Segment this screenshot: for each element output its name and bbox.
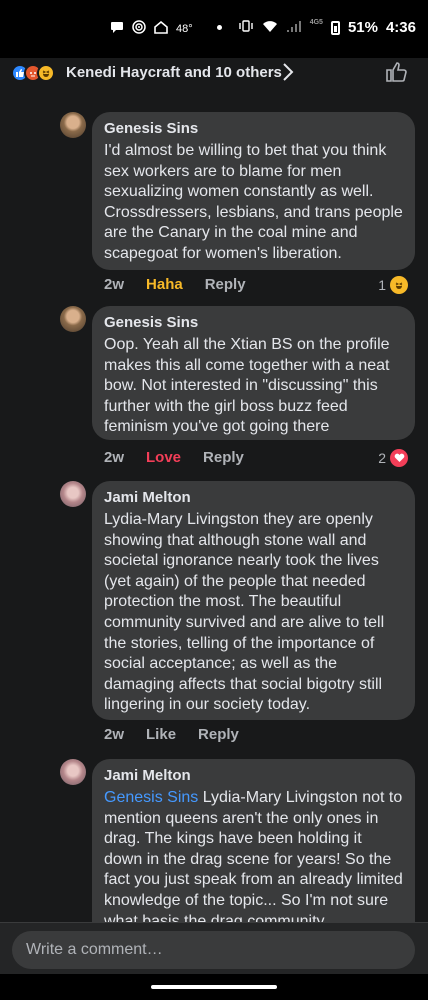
avatar[interactable] xyxy=(60,306,86,332)
reaction-count-value: 2 xyxy=(378,450,386,466)
reaction-names[interactable]: Kenedi Haycraft and 10 others xyxy=(66,64,282,81)
chevron-right-icon[interactable] xyxy=(282,62,294,88)
home-gesture-bar[interactable] xyxy=(151,985,277,989)
status-bar: 48° 4G5 51% 4:36 xyxy=(0,0,428,58)
comment-text-body: Lydia-Mary Livingston not to mention que… xyxy=(104,789,403,922)
vibrate-icon xyxy=(238,20,254,35)
network-label: 4G5 xyxy=(309,19,323,26)
comment-feed[interactable]: Genesis Sins I'd almost be willing to be… xyxy=(0,98,428,922)
chat-bubble-icon xyxy=(110,21,124,37)
reply-button[interactable]: Reply xyxy=(203,449,244,466)
comment-actions: 2w Like Reply xyxy=(104,726,261,743)
comment-author[interactable]: Jami Melton xyxy=(104,489,403,507)
signal-icon xyxy=(286,20,302,36)
reaction-count[interactable]: 2 xyxy=(378,449,408,467)
comment-bubble[interactable]: Genesis Sins I'd almost be willing to be… xyxy=(92,112,415,270)
comment-time: 2w xyxy=(104,449,125,466)
reaction-button[interactable]: Like xyxy=(146,726,176,743)
reactions-header[interactable]: Kenedi Haycraft and 10 others xyxy=(0,58,428,98)
comment-bubble[interactable]: Jami Melton Genesis Sins Lydia-Mary Livi… xyxy=(92,759,415,922)
reaction-summary[interactable] xyxy=(11,64,55,82)
comment-text: Lydia-Mary Livingston they are openly sh… xyxy=(104,511,385,714)
comment-text: I'd almost be willing to bet that you th… xyxy=(104,142,403,262)
avatar[interactable] xyxy=(60,759,86,785)
mention-link[interactable]: Genesis Sins xyxy=(104,789,198,806)
home-icon xyxy=(154,20,168,37)
temperature: 48° xyxy=(176,22,193,35)
reply-button[interactable]: Reply xyxy=(205,276,246,293)
haha-reaction-icon xyxy=(37,64,55,82)
notification-dot-icon xyxy=(216,25,222,30)
comment-bubble[interactable]: Genesis Sins Oop. Yeah all the Xtian BS … xyxy=(92,306,415,440)
comment-actions: 2w Love Reply xyxy=(104,449,266,466)
heart-reaction-icon xyxy=(390,449,408,467)
comment-actions: 2w Haha Reply xyxy=(104,276,268,293)
comment-time: 2w xyxy=(104,726,125,743)
comment-text: Genesis Sins Lydia-Mary Livingston not t… xyxy=(104,788,403,922)
avatar[interactable] xyxy=(60,481,86,507)
status-left-icons: 48° xyxy=(110,20,193,37)
comment-author[interactable]: Jami Melton xyxy=(104,767,403,785)
clock: 4:36 xyxy=(385,19,416,36)
wifi-icon xyxy=(262,20,278,36)
battery-icon xyxy=(330,20,340,35)
avatar[interactable] xyxy=(60,112,86,138)
comment-text: Oop. Yeah all the Xtian BS on the profil… xyxy=(104,336,390,436)
reaction-button[interactable]: Love xyxy=(146,449,181,466)
reaction-button[interactable]: Haha xyxy=(146,276,183,293)
reaction-count-value: 1 xyxy=(378,277,386,293)
comment-time: 2w xyxy=(104,276,125,293)
system-nav-bar xyxy=(0,974,428,1000)
like-thumb-icon[interactable] xyxy=(384,60,408,84)
hotspot-icon xyxy=(132,20,146,37)
comment-author[interactable]: Genesis Sins xyxy=(104,314,403,332)
haha-reaction-icon xyxy=(390,276,408,294)
comment-bubble[interactable]: Jami Melton Lydia-Mary Livingston they a… xyxy=(92,481,415,720)
reply-button[interactable]: Reply xyxy=(198,726,239,743)
comment-input[interactable] xyxy=(12,931,415,969)
status-right-icons: 4G5 51% 4:36 xyxy=(216,19,416,36)
comment-author[interactable]: Genesis Sins xyxy=(104,120,403,138)
battery-percent: 51% xyxy=(347,19,378,36)
reaction-count[interactable]: 1 xyxy=(378,276,408,294)
comment-composer xyxy=(0,922,428,974)
